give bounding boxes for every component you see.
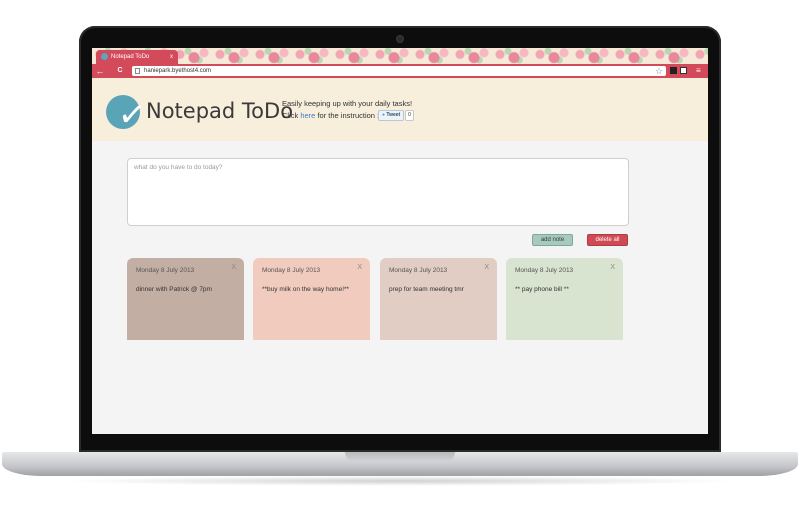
camera-icon [397,36,403,42]
laptop-shadow [60,476,740,486]
extension-icon-1[interactable] [670,67,677,74]
twitter-bird-icon: ● [382,112,386,118]
note-date: Monday 8 July 2013 [262,267,321,274]
note-date: Monday 8 July 2013 [136,267,195,274]
note-card[interactable]: Monday 8 July 2013 X **buy milk on the w… [253,258,370,340]
instruction-link[interactable]: here [300,111,315,120]
tweet-label: Tweet [386,112,401,118]
note-date: Monday 8 July 2013 [515,267,574,274]
todo-input[interactable] [127,158,629,226]
note-text: ** pay phone bill ** [515,286,569,293]
note-date: Monday 8 July 2013 [389,267,448,274]
app-title: Notepad ToDo [146,99,294,123]
app-header: ✓ Notepad ToDo Easily keeping up with yo… [92,78,708,141]
tab-notepad-todo[interactable]: Notepad ToDo x [96,50,178,64]
back-icon[interactable]: ← [94,65,106,77]
tab-strip: Notepad ToDo x [92,48,708,64]
bookmark-star-icon[interactable]: ☆ [655,65,663,77]
instruction-text: Click here for the instruction :) [282,111,382,120]
url-text: haniepark.byethost4.com [144,68,212,74]
tab-close-icon[interactable]: x [170,50,173,64]
close-icon[interactable]: X [231,264,236,271]
close-icon[interactable]: X [357,264,362,271]
checkmark-icon: ✓ [116,94,149,136]
note-card[interactable]: Monday 8 July 2013 X ** pay phone bill *… [506,258,623,340]
note-text: **buy milk on the way home!** [262,286,350,293]
logo-icon: ✓ [106,95,148,135]
favicon-icon [101,53,108,60]
instruction-prefix: Click [282,111,301,120]
laptop-frame: Notepad ToDo x ← C haniepark.byethost4.c… [0,0,800,520]
tweet-count: 0 [405,110,414,121]
tagline: Easily keeping up with your daily tasks! [282,99,413,108]
reload-icon[interactable]: C [114,65,126,77]
instruction-suffix: for the instruction :) [315,111,382,120]
note-card[interactable]: Monday 8 July 2013 X prep for team meeti… [380,258,497,340]
note-card[interactable]: Monday 8 July 2013 X dinner with Patrick… [127,258,244,340]
page-icon [135,68,140,74]
laptop-base-notch [345,452,455,462]
add-note-button[interactable]: add note [532,234,573,246]
browser-menu-icon[interactable]: ≡ [696,64,701,78]
delete-all-button[interactable]: delete all [587,234,628,246]
extension-icon-2[interactable] [680,67,687,74]
browser-window: Notepad ToDo x ← C haniepark.byethost4.c… [92,48,708,434]
tab-label: Notepad ToDo [111,54,150,60]
close-icon[interactable]: X [610,264,615,271]
note-text: prep for team meeting tmr [389,286,464,293]
tweet-button[interactable]: ● Tweet [378,110,405,121]
close-icon[interactable]: X [484,264,489,271]
address-bar[interactable]: haniepark.byethost4.com [132,66,666,76]
note-text: dinner with Patrick @ 7pm [136,286,212,293]
